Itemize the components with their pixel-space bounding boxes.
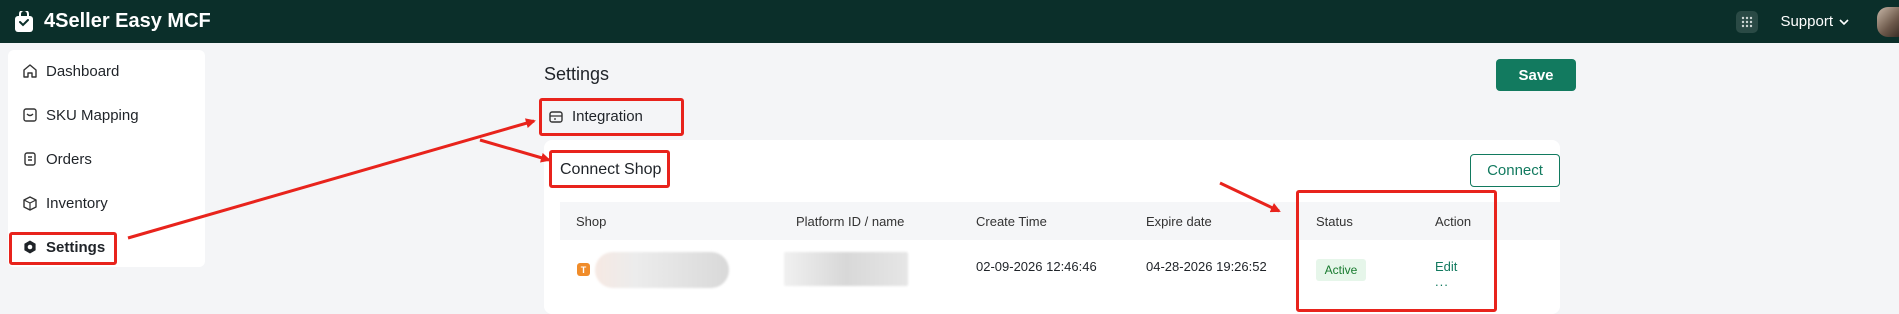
orders-icon [22, 151, 38, 167]
support-menu[interactable]: Support [1780, 13, 1849, 30]
column-header-platform: Platform ID / name [796, 214, 905, 229]
sidebar-item-label: SKU Mapping [46, 106, 139, 124]
sidebar-item-label: Orders [46, 150, 92, 168]
platform-badge: T [577, 263, 590, 276]
page-title: Settings [544, 64, 610, 84]
shop-name-redacted [595, 252, 729, 288]
brand[interactable]: 4Seller Easy MCF [14, 10, 211, 33]
highlight-settings [9, 232, 117, 265]
sidebar-item-dashboard[interactable]: Dashboard [22, 59, 119, 83]
support-label: Support [1780, 13, 1833, 30]
sku-mapping-icon [22, 107, 38, 123]
expire-date-cell: 04-28-2026 19:26:52 [1146, 259, 1267, 274]
avatar[interactable] [1877, 6, 1899, 37]
app-title: 4Seller Easy MCF [44, 10, 211, 32]
sidebar-item-label: Inventory [46, 194, 108, 212]
top-bar: 4Seller Easy MCF Support [0, 0, 1899, 43]
shopping-bag-icon [14, 10, 34, 33]
inventory-icon [22, 195, 38, 211]
sidebar-item-orders[interactable]: Orders [22, 147, 92, 171]
column-header-expire-date: Expire date [1146, 214, 1212, 229]
sidebar-item-inventory[interactable]: Inventory [22, 191, 108, 215]
highlight-status-action [1296, 190, 1497, 312]
sidebar-item-sku-mapping[interactable]: SKU Mapping [22, 103, 139, 127]
home-icon [22, 63, 38, 79]
top-right-controls: Support [1736, 0, 1899, 43]
sidebar-item-label: Dashboard [46, 62, 120, 80]
platform-id-redacted [784, 252, 908, 286]
column-header-create-time: Create Time [976, 214, 1047, 229]
highlight-connect-shop [549, 150, 670, 188]
create-time-cell: 02-09-2026 12:46:46 [976, 259, 1097, 274]
apps-grid-button[interactable] [1736, 10, 1759, 33]
highlight-integration [539, 98, 684, 136]
save-button[interactable]: Save [1496, 59, 1576, 91]
chevron-down-icon [1839, 18, 1849, 25]
column-header-shop: Shop [576, 214, 607, 229]
grid-icon [1742, 16, 1753, 27]
connect-button[interactable]: Connect [1470, 154, 1560, 187]
